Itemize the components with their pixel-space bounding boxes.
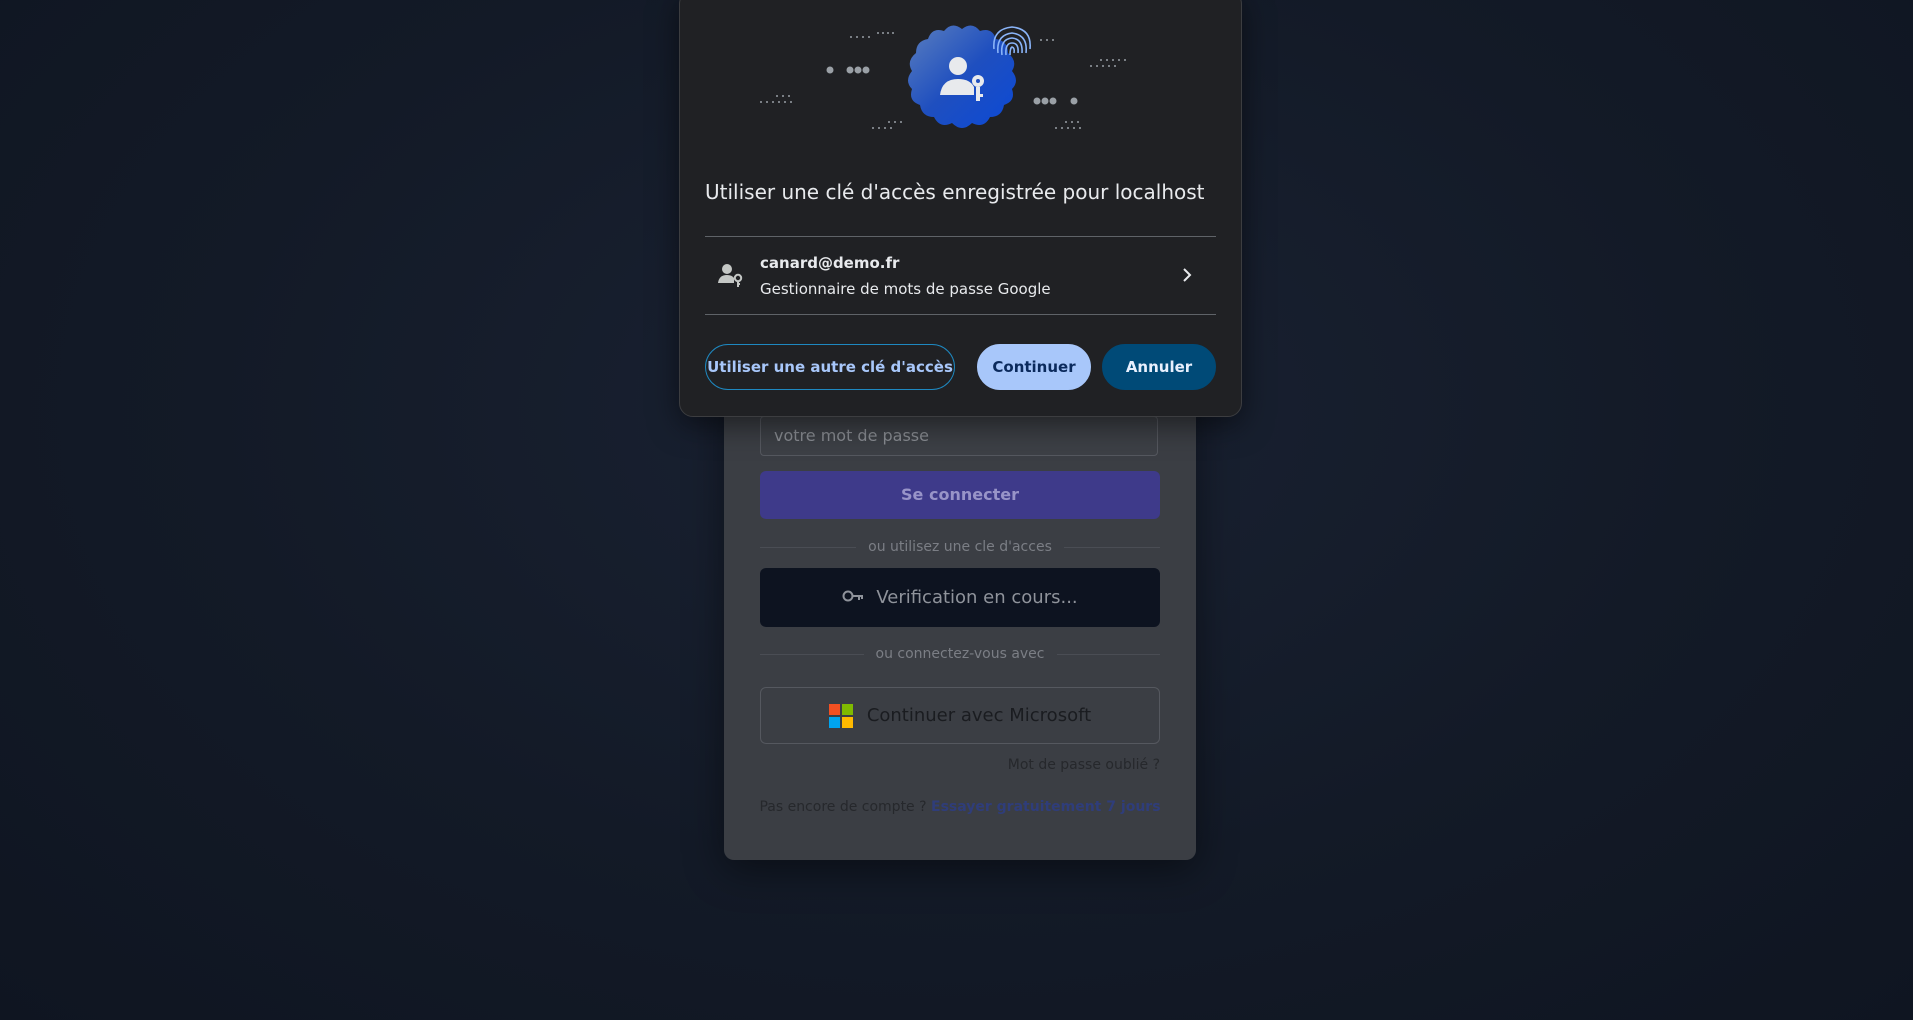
passkey-button-label: Verification en cours... (876, 587, 1078, 608)
passkey-illustration-icon (760, 25, 1126, 129)
microsoft-button-label: Continuer avec Microsoft (866, 705, 1092, 726)
key-icon (842, 587, 864, 608)
divider-line (760, 653, 864, 655)
signup-link[interactable]: Essayer gratuitement 7 jours (931, 799, 1161, 815)
continue-button[interactable]: Continuer (977, 344, 1091, 390)
divider-line (760, 546, 857, 548)
signup-line: Pas encore de compte ? Essayer gratuitem… (724, 799, 1196, 815)
passkey-divider-label: ou utilisez une cle d'acces (868, 539, 1052, 555)
cancel-button[interactable]: Annuler (1102, 344, 1216, 390)
passkey-button[interactable]: Verification en cours... (760, 568, 1160, 627)
login-button[interactable]: Se connecter (760, 471, 1160, 519)
passkey-account-row[interactable]: canard@demo.fr Gestionnaire de mots de p… (705, 236, 1216, 315)
microsoft-button[interactable]: Continuer avec Microsoft (760, 687, 1160, 744)
passkey-dialog: Utiliser une clé d'accès enregistrée pou… (679, 0, 1242, 417)
account-provider: Gestionnaire de mots de passe Google (760, 280, 1051, 298)
divider-line (1056, 653, 1161, 655)
account-email: canard@demo.fr (760, 254, 900, 272)
social-divider: ou connectez-vous avec (760, 644, 1161, 664)
passkey-divider: ou utilisez une cle d'acces (760, 537, 1161, 557)
divider-line (1063, 546, 1161, 548)
forgot-password-link[interactable]: Mot de passe oublié ? (1008, 757, 1160, 773)
chevron-right-icon (1183, 268, 1192, 282)
social-divider-label: ou connectez-vous avec (875, 646, 1045, 662)
dialog-title: Utiliser une clé d'accès enregistrée pou… (705, 180, 1205, 204)
microsoft-logo-icon (828, 703, 853, 728)
password-input[interactable]: votre mot de passe (760, 416, 1158, 456)
use-other-passkey-button[interactable]: Utiliser une autre clé d'accès (705, 344, 955, 390)
person-key-icon (718, 264, 743, 287)
signup-prompt: Pas encore de compte ? (759, 799, 927, 815)
login-card: votre mot de passe Se connecter ou utili… (724, 380, 1196, 860)
